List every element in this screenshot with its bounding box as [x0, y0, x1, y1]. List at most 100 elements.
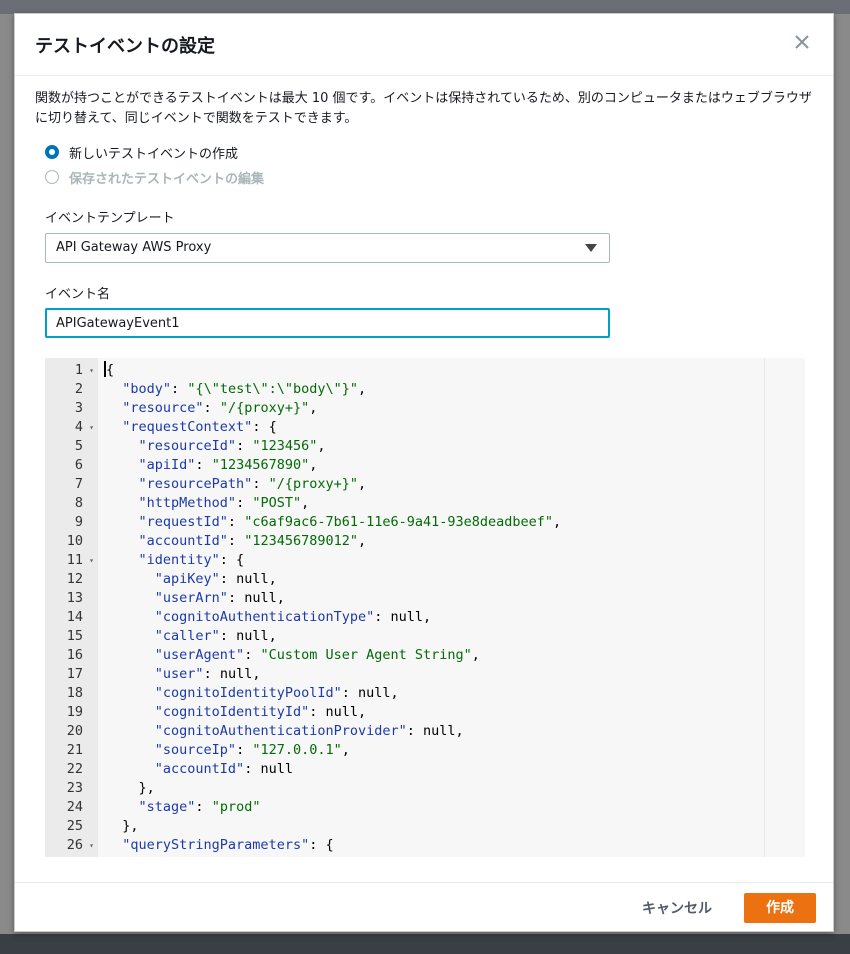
dialog-header: テストイベントの設定 — [15, 14, 833, 76]
json-key: "accountId" — [138, 533, 228, 549]
event-name-label: イベント名 — [45, 287, 111, 302]
json-punctuation: : — [244, 647, 261, 663]
json-punctuation — [106, 495, 139, 511]
code-line: "body": "{\"test\":\"body\"}", — [106, 380, 366, 399]
json-string: "prod" — [211, 799, 261, 815]
line-number: 10 — [66, 533, 83, 549]
code-line: "identity": { — [106, 551, 245, 570]
json-key: "body" — [122, 381, 172, 397]
json-key: "cognitoAuthenticationProvider" — [154, 723, 407, 739]
json-punctuation — [106, 590, 155, 606]
fold-arrow-icon[interactable]: ▾ — [89, 418, 94, 437]
json-code-editor[interactable]: 1 ▾ 2 3 4 ▾ 5 6 7 8 9 10 11 ▾ 12 13 14 15 16 17 18 19 20 21 22 23… — [45, 358, 805, 857]
json-punctuation: : — [236, 742, 253, 758]
code-line: { — [106, 361, 114, 380]
line-number: 17 — [66, 666, 83, 682]
json-punctuation — [106, 723, 155, 739]
close-icon[interactable] — [791, 31, 813, 53]
json-key: "stage" — [138, 799, 196, 815]
line-number: 12 — [66, 571, 83, 587]
json-string: "/{proxy+}" — [219, 400, 310, 416]
code-line: "caller": null, — [106, 627, 277, 646]
json-string: "POST" — [252, 495, 302, 511]
event-template-select[interactable]: API Gateway AWS Proxy — [45, 233, 610, 263]
json-key: "user" — [154, 666, 204, 682]
json-key: "resourceId" — [138, 438, 237, 454]
code-line: }, — [106, 817, 138, 836]
json-string: "127.0.0.1" — [252, 742, 342, 758]
line-number: 22 — [66, 761, 83, 777]
json-key: "queryStringParameters" — [122, 837, 310, 853]
event-template-value: API Gateway AWS Proxy — [56, 240, 212, 255]
dialog-title: テストイベントの設定 — [35, 36, 215, 57]
line-number: 18 — [66, 685, 83, 701]
code-line: "accountId": null — [106, 760, 293, 779]
json-punctuation — [106, 856, 139, 857]
json-punctuation — [106, 761, 155, 777]
json-punctuation — [106, 381, 122, 397]
json-key: "cognitoIdentityPoolId" — [154, 685, 342, 701]
line-number: 1 ▾ — [74, 361, 94, 380]
json-key: "cognitoAuthenticationType" — [154, 609, 375, 625]
code-line: "httpMethod": "POST", — [106, 494, 310, 513]
json-punctuation: , — [309, 400, 318, 416]
code-line: "userArn": null, — [106, 589, 285, 608]
json-punctuation — [106, 799, 139, 815]
json-punctuation: , — [553, 514, 562, 530]
radio-new-event[interactable]: 新しいテストイベントの作成 — [45, 142, 238, 162]
line-number: 20 — [66, 723, 83, 739]
code-line: "requestId": "c6af9ac6-7b61-11e6-9a41-93… — [106, 513, 562, 532]
json-punctuation: : null, — [309, 704, 367, 720]
json-punctuation — [106, 438, 139, 454]
create-button[interactable]: 作成 — [744, 893, 816, 923]
test-event-dialog: テストイベントの設定 関数が持つことができるテストイベントは最大 10 個です。… — [14, 13, 834, 932]
json-punctuation — [106, 571, 155, 587]
fold-arrow-icon[interactable]: ▾ — [89, 361, 94, 380]
fold-arrow-icon[interactable]: ▾ — [89, 551, 94, 570]
json-punctuation — [106, 400, 122, 416]
json-punctuation: : — [227, 514, 245, 530]
radio-new-event-label: 新しいテストイベントの作成 — [69, 146, 239, 162]
json-punctuation: : — [236, 438, 253, 454]
event-name-input[interactable] — [45, 308, 610, 338]
json-punctuation: , — [341, 742, 350, 758]
json-string: "c6af9ac6-7b61-11e6-9a41-93e8deadbeef" — [244, 514, 554, 530]
line-number: 19 — [66, 704, 83, 720]
json-punctuation — [106, 457, 139, 473]
cancel-button[interactable]: キャンセル — [627, 894, 727, 924]
code-line: "userAgent": "Custom User Agent String", — [106, 646, 480, 665]
code-line: "cognitoIdentityPoolId": null, — [106, 684, 399, 703]
code-line: "apiId": "1234567890", — [106, 456, 318, 475]
json-punctuation — [106, 837, 122, 853]
json-punctuation: , — [301, 495, 310, 511]
event-template-label: イベントテンプレート — [45, 211, 175, 226]
json-punctuation — [106, 628, 155, 644]
json-punctuation: : null, — [374, 609, 432, 625]
json-string: "Custom User Agent String" — [260, 647, 472, 663]
json-key: "sourceIp" — [154, 742, 237, 758]
radio-edit-saved-event: 保存されたテストイベントの編集 — [45, 167, 264, 187]
json-punctuation: : — [179, 856, 195, 857]
line-number: 25 — [66, 818, 83, 834]
code-line: "cognitoAuthenticationType": null, — [106, 608, 431, 627]
radio-button-disabled — [45, 170, 59, 184]
json-punctuation: , — [309, 457, 318, 473]
json-string: "123456789012" — [244, 533, 358, 549]
fold-arrow-icon[interactable]: ▾ — [89, 836, 94, 855]
code-line: "accountId": "123456789012", — [106, 532, 367, 551]
line-number: 2 — [74, 381, 83, 397]
line-number: 7 — [74, 476, 83, 492]
json-punctuation — [106, 609, 155, 625]
json-punctuation: : null, — [219, 571, 277, 587]
code-line: "resource": "/{proxy+}", — [106, 399, 317, 418]
code-line: "resourceId": "123456", — [106, 437, 326, 456]
dialog-footer: キャンセル 作成 — [15, 882, 833, 932]
editor-print-margin — [764, 358, 765, 857]
code-line: "foo": "bar" — [106, 855, 237, 857]
code-line: "sourceIp": "127.0.0.1", — [106, 741, 350, 760]
radio-button-checked[interactable] — [45, 145, 59, 159]
json-punctuation: : null, — [406, 723, 464, 739]
json-key: "accountId" — [154, 761, 245, 777]
line-number: 3 — [74, 400, 83, 416]
json-punctuation — [106, 476, 139, 492]
